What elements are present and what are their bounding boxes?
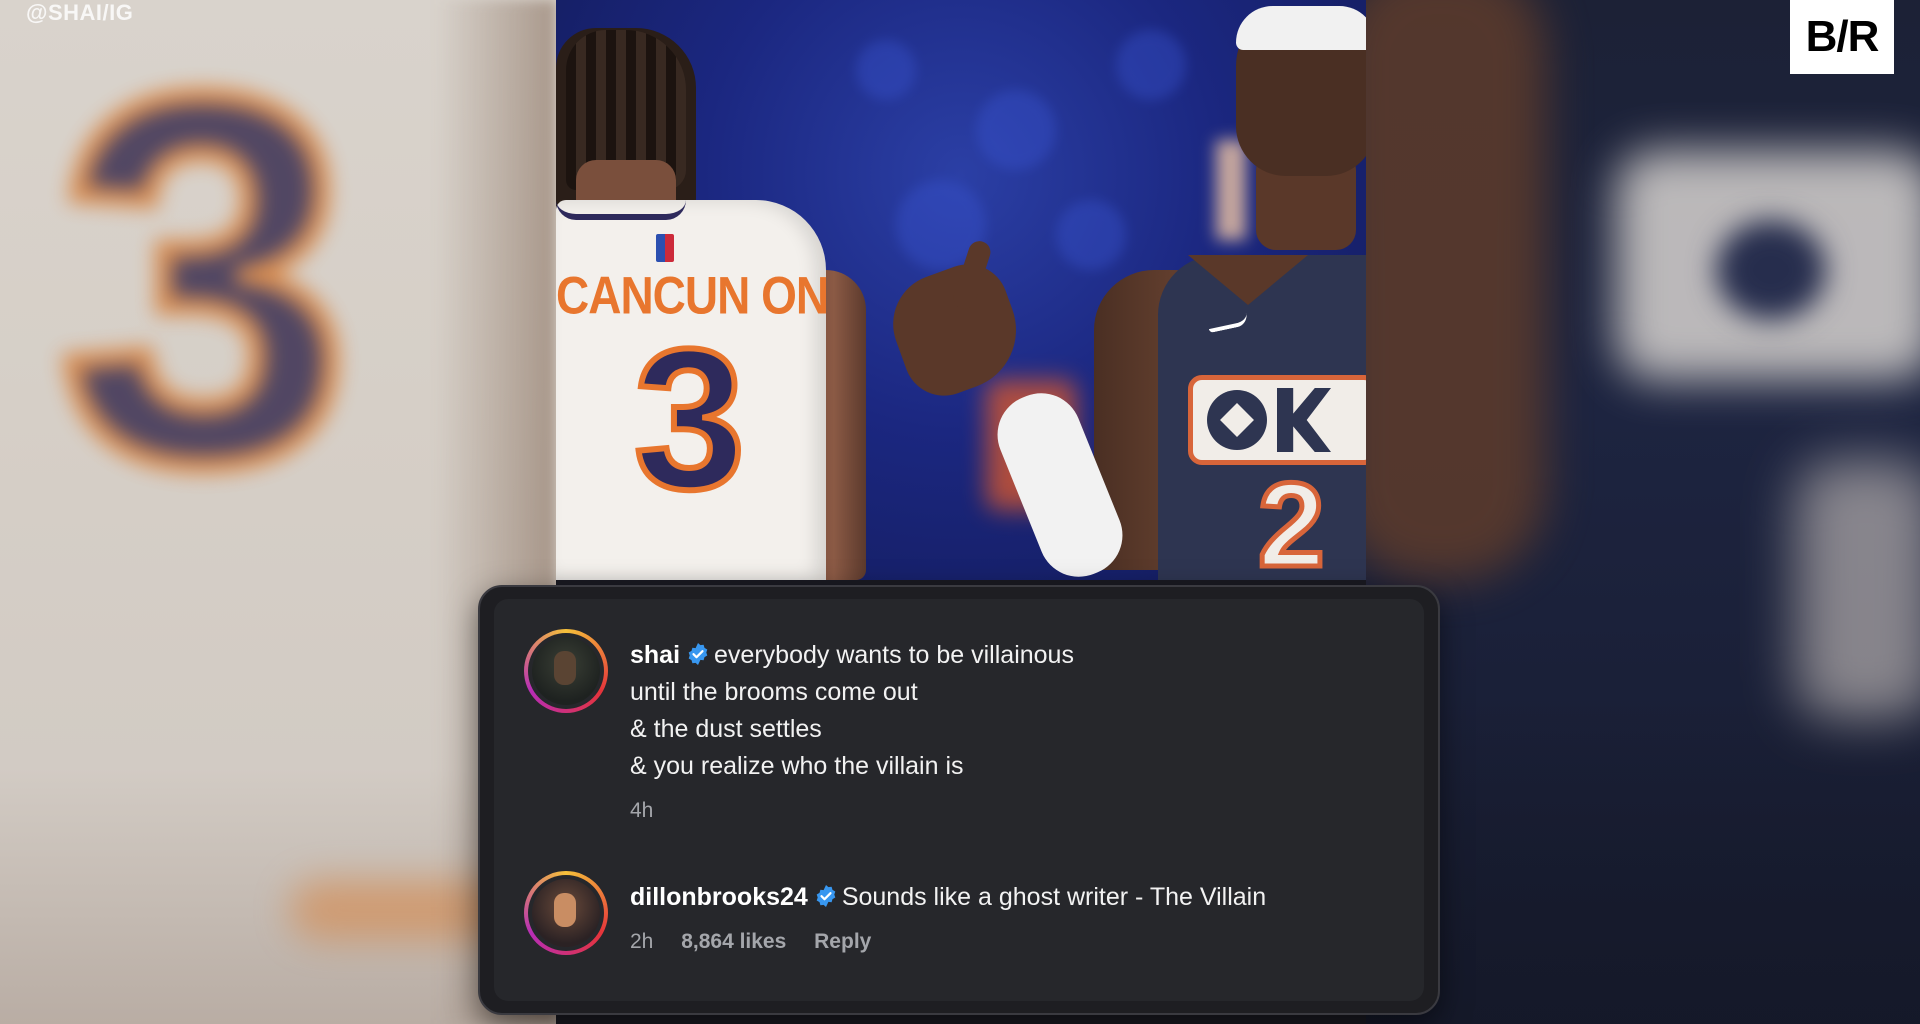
comment-username[interactable]: dillonbrooks24 [630, 883, 808, 911]
avatar-icon [532, 637, 600, 705]
comment-time: 4h [630, 799, 654, 822]
avatar-gap [528, 875, 604, 951]
blurred-logo-mark [1716, 220, 1826, 320]
reply-button[interactable]: Reply [814, 930, 871, 953]
comment-text: & the dust settles [630, 715, 822, 743]
avatar[interactable] [524, 629, 608, 713]
comment-text: Sounds like a ghost writer - The Villain [841, 883, 1267, 911]
jersey-number: 3 [631, 308, 748, 531]
background-lights [1216, 140, 1246, 240]
comment-username[interactable]: shai [630, 641, 680, 669]
verified-badge-icon [816, 885, 836, 907]
jersey-neckline [1188, 255, 1308, 305]
okc-logo-k [1277, 388, 1331, 452]
likes-count[interactable]: 8,864 likes [681, 930, 786, 953]
comment-meta: 4h [630, 799, 1430, 823]
comment-body: shai everybody wants to be villainous unt… [630, 637, 1430, 823]
avatar[interactable] [524, 871, 608, 955]
logo-text: B/R [1805, 12, 1880, 61]
avatar-icon [532, 879, 600, 947]
comments-panel: shai everybody wants to be villainous unt… [494, 599, 1424, 1001]
nike-swoosh-icon [1207, 312, 1249, 334]
crowd-blur [1056, 200, 1126, 270]
avatar-gap [528, 633, 604, 709]
game-photo: CANCUN ON 3 2 [556, 0, 1366, 580]
crowd-blur [856, 40, 916, 100]
comment-meta: 2h 8,864 likes Reply [630, 930, 1430, 954]
bottom-gradient [1366, 700, 1920, 1024]
crowd-blur [1116, 30, 1186, 100]
comment-first-line: dillonbrooks24 Sounds like a ghost writer… [630, 879, 1430, 916]
verified-badge-icon [688, 643, 708, 665]
crowd-blur [976, 90, 1056, 170]
player-right-jersey: 2 [1158, 255, 1366, 580]
jersey-number: 2 [1256, 458, 1328, 581]
blurred-number [1796, 460, 1920, 720]
player-right-headband [1236, 6, 1366, 50]
okc-logo-o [1207, 390, 1267, 450]
comment-body: dillonbrooks24 Sounds like a ghost writer… [630, 879, 1430, 954]
nba-logo-icon [656, 234, 674, 262]
background-left-jersey: 3 [0, 0, 556, 1024]
background-right-jersey [1366, 0, 1920, 1024]
blurred-arm [1366, 0, 1546, 580]
comments-card: shai everybody wants to be villainous unt… [478, 585, 1440, 1015]
player-left-jersey: CANCUN ON 3 [556, 200, 829, 580]
comment-text: until the brooms come out [630, 678, 918, 706]
jersey-collar [556, 200, 686, 220]
comment-time: 2h [630, 930, 654, 953]
comment-text: & you realize who the villain is [630, 752, 964, 780]
comment-text: everybody wants to be villainous [714, 641, 1074, 669]
blurred-number: 3 [51, 0, 358, 570]
okc-logo [1188, 375, 1366, 465]
comment-first-line: shai everybody wants to be villainous [630, 637, 1430, 674]
source-watermark: @SHAI/IG [26, 0, 134, 25]
bleacher-report-logo: B/R [1790, 0, 1894, 74]
